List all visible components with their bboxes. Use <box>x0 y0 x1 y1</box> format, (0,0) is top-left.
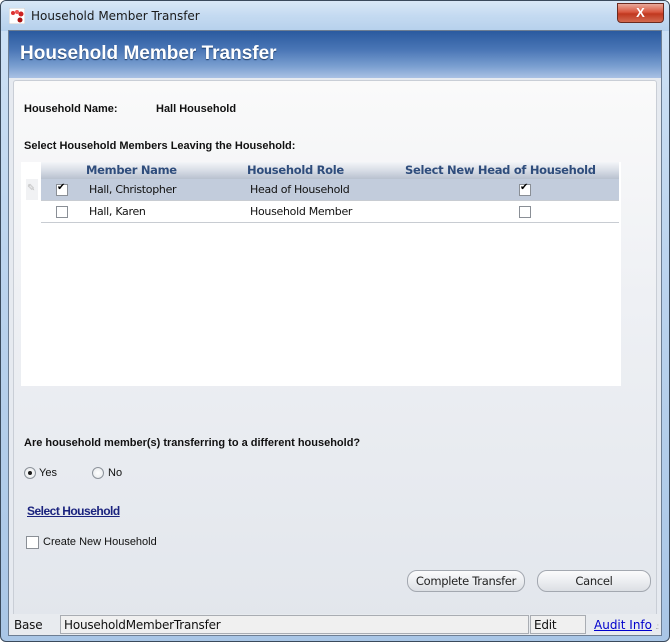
page-title: Household Member Transfer <box>20 43 277 64</box>
member-name-cell: Hall, Karen <box>89 205 146 218</box>
window-title: Household Member Transfer <box>31 9 200 23</box>
column-header-member-name[interactable]: Member Name <box>86 163 177 177</box>
close-button[interactable]: X <box>617 3 664 23</box>
grid-header: Member Name Household Role Select New He… <box>41 162 619 179</box>
create-new-household-checkbox[interactable] <box>26 536 39 549</box>
household-role-cell: Household Member <box>250 205 353 218</box>
household-name-value: Hall Household <box>156 103 237 115</box>
header-banner: Household Member Transfer <box>9 31 661 78</box>
content-panel: Household Name: Hall Household Select Ho… <box>13 80 657 627</box>
status-form-name-box: HouseholdMemberTransfer <box>60 615 529 634</box>
column-header-new-head[interactable]: Select New Head of Household <box>405 163 596 177</box>
no-radio[interactable] <box>92 467 104 479</box>
status-form-name: HouseholdMemberTransfer <box>64 618 221 632</box>
dialog-client: Household Member Transfer Household Name… <box>8 30 662 636</box>
status-base-label: Base <box>14 618 43 632</box>
yes-radio-label[interactable]: Yes <box>39 467 57 479</box>
create-new-household-label[interactable]: Create New Household <box>43 536 157 548</box>
yes-radio[interactable] <box>24 467 36 479</box>
new-head-checkbox[interactable] <box>519 206 531 218</box>
app-icon <box>9 8 25 24</box>
status-mode: Edit <box>534 618 557 632</box>
table-row[interactable]: Hall, Karen Household Member <box>41 201 619 223</box>
resize-grip-icon[interactable]: .: <box>656 622 660 631</box>
member-select-checkbox[interactable] <box>56 206 68 218</box>
select-household-link[interactable]: Select Household <box>27 504 120 518</box>
member-select-checkbox[interactable] <box>56 182 68 196</box>
household-name-label: Household Name: <box>24 103 118 115</box>
members-grid: Member Name Household Role Select New He… <box>21 162 621 386</box>
column-header-household-role[interactable]: Household Role <box>247 163 344 177</box>
pencil-icon: ✎ <box>27 183 36 194</box>
new-head-checkbox[interactable] <box>519 182 531 196</box>
status-bar: Base HouseholdMemberTransfer Edit Audit … <box>9 614 661 635</box>
members-section-label: Select Household Members Leaving the Hou… <box>24 140 296 152</box>
status-mode-box: Edit <box>530 615 586 634</box>
dialog-window: Household Member Transfer X Household Me… <box>0 0 670 642</box>
row-indicator: ✎ <box>26 179 38 200</box>
title-bar[interactable]: Household Member Transfer X <box>1 1 669 31</box>
cancel-button[interactable]: Cancel <box>537 570 651 592</box>
household-role-cell: Head of Household <box>250 183 350 196</box>
table-row[interactable]: Hall, Christopher Head of Household <box>41 179 619 201</box>
member-name-cell: Hall, Christopher <box>89 183 177 196</box>
no-radio-label[interactable]: No <box>108 467 122 479</box>
complete-transfer-button[interactable]: Complete Transfer <box>407 570 525 592</box>
transfer-question-label: Are household member(s) transferring to … <box>24 437 361 449</box>
audit-info-link[interactable]: Audit Info <box>594 618 652 632</box>
close-icon: X <box>636 5 645 20</box>
